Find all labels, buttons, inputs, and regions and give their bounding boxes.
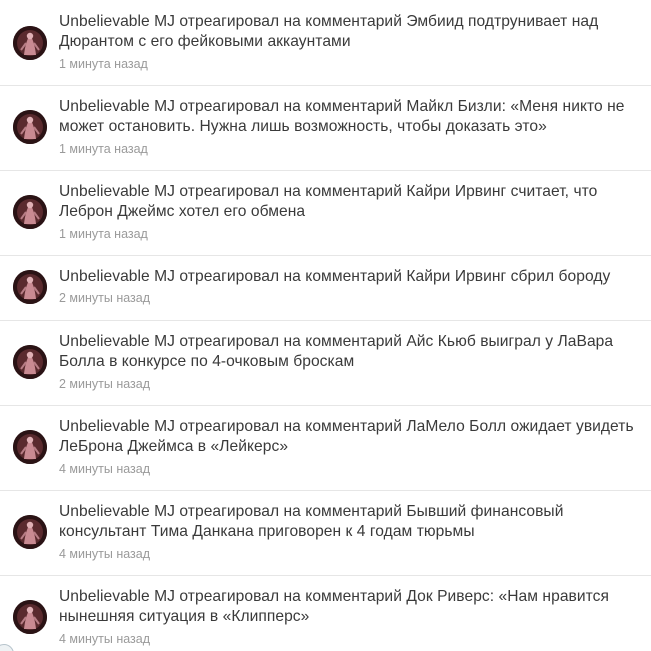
notification-time: 2 минуты назад <box>59 377 151 391</box>
notification-time: 1 минута назад <box>59 57 148 71</box>
user-avatar-icon[interactable] <box>13 345 47 379</box>
notification-text[interactable]: Unbelievable MJ отреагировал на коммента… <box>59 587 645 627</box>
notification-time: 1 минута назад <box>59 227 148 241</box>
notification-text[interactable]: Unbelievable MJ отреагировал на коммента… <box>59 332 645 372</box>
notification-time: 2 минуты назад <box>59 291 151 305</box>
user-avatar-icon[interactable] <box>13 195 47 229</box>
notification-text[interactable]: Unbelievable MJ отреагировал на коммента… <box>59 12 645 52</box>
notification-feed: Unbelievable MJ отреагировал на коммента… <box>0 0 651 651</box>
notification-text[interactable]: Unbelievable MJ отреагировал на коммента… <box>59 502 645 542</box>
notification-item[interactable]: Unbelievable MJ отреагировал на коммента… <box>0 0 651 86</box>
user-avatar-icon[interactable] <box>13 430 47 464</box>
user-avatar-icon[interactable] <box>13 515 47 549</box>
notification-item[interactable]: Unbelievable MJ отреагировал на коммента… <box>0 491 651 576</box>
notification-text[interactable]: Unbelievable MJ отреагировал на коммента… <box>59 417 645 457</box>
notification-item[interactable]: Unbelievable MJ отреагировал на коммента… <box>0 406 651 491</box>
user-avatar-icon[interactable] <box>13 110 47 144</box>
notification-time: 1 минута назад <box>59 142 148 156</box>
notification-item[interactable]: Unbelievable MJ отреагировал на коммента… <box>0 86 651 171</box>
user-avatar-icon[interactable] <box>13 270 47 304</box>
notification-time: 4 минуты назад <box>59 547 151 561</box>
user-avatar-icon[interactable] <box>13 26 47 60</box>
user-avatar-icon[interactable] <box>13 600 47 634</box>
notification-time: 4 минуты назад <box>59 462 151 476</box>
notification-text[interactable]: Unbelievable MJ отреагировал на коммента… <box>59 267 645 287</box>
notification-text[interactable]: Unbelievable MJ отреагировал на коммента… <box>59 97 645 137</box>
notification-item[interactable]: Unbelievable MJ отреагировал на коммента… <box>0 171 651 256</box>
notification-time: 4 минуты назад <box>59 632 151 646</box>
notification-item[interactable]: Unbelievable MJ отреагировал на коммента… <box>0 321 651 406</box>
notification-item[interactable]: Unbelievable MJ отреагировал на коммента… <box>0 256 651 321</box>
notification-text[interactable]: Unbelievable MJ отреагировал на коммента… <box>59 182 645 222</box>
notification-item[interactable]: Unbelievable MJ отреагировал на коммента… <box>0 576 651 651</box>
